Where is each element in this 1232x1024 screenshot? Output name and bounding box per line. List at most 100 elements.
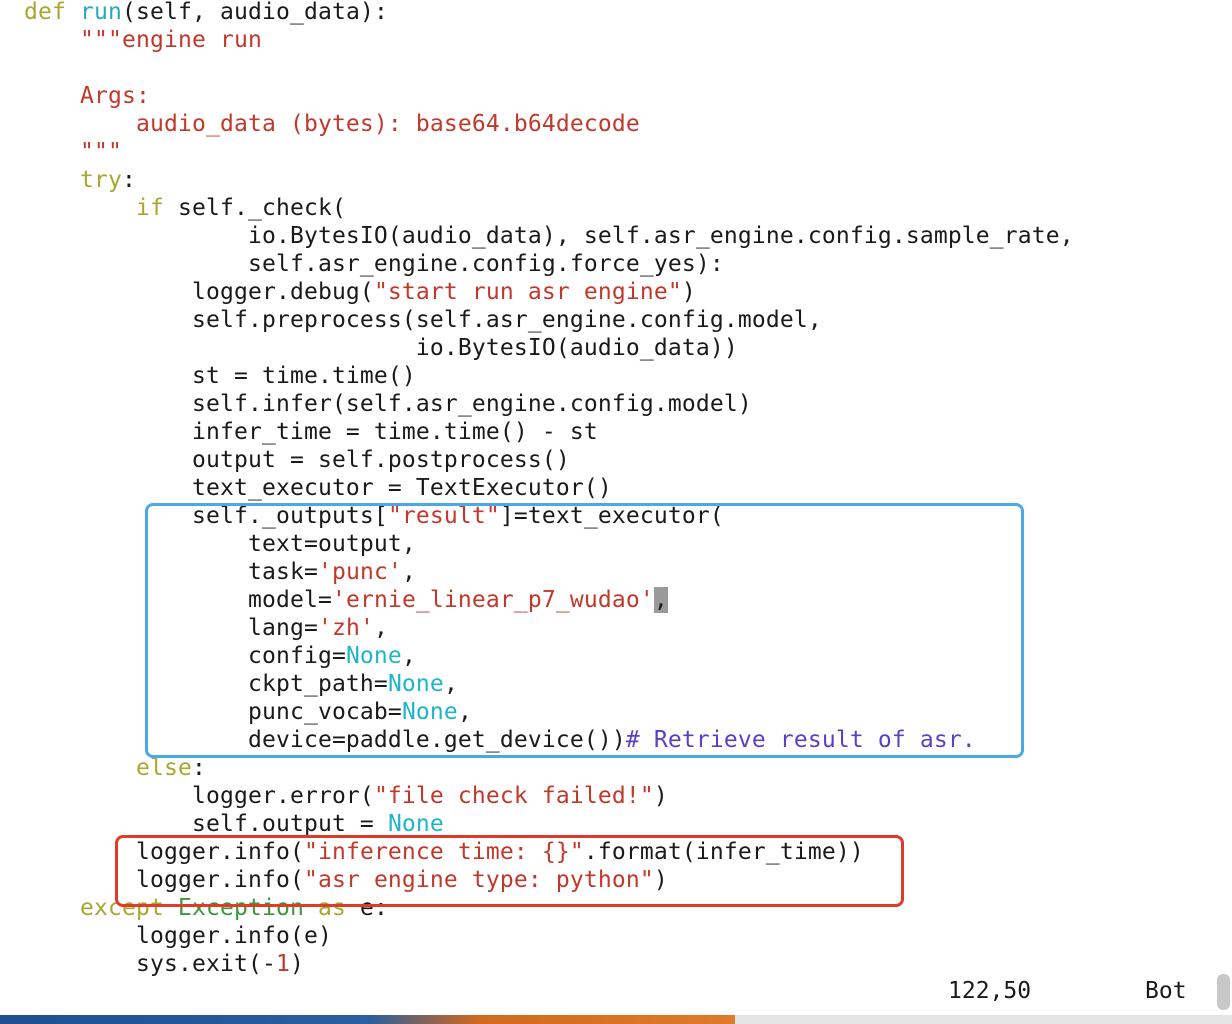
code-token: "asr engine type: python" (303, 867, 654, 893)
code-token: as (317, 895, 346, 921)
code-token: text_executor = TextExecutor() (24, 475, 612, 501)
code-token: "start run asr engine" (373, 279, 682, 305)
code-token: 1 (275, 951, 290, 977)
code-line[interactable]: """engine run (24, 26, 1074, 54)
code-line[interactable]: self.output = None (24, 810, 1074, 838)
code-token: self._check( (163, 195, 346, 221)
code-line[interactable]: config=None, (24, 642, 1074, 670)
code-line[interactable]: model='ernie_linear_p7_wudao', (24, 586, 1074, 614)
code-token: 'punc' (317, 559, 402, 585)
code-line[interactable]: self._outputs["result"]=text_executor( (24, 502, 1074, 530)
code-token: , (443, 671, 458, 697)
code-line[interactable]: Args: (24, 82, 1074, 110)
code-line[interactable]: audio_data (bytes): base64.b64decode (24, 110, 1074, 138)
code-token: text=output, (24, 531, 416, 557)
code-line[interactable]: ckpt_path=None, (24, 670, 1074, 698)
code-token: : (191, 755, 206, 781)
code-line[interactable]: self.asr_engine.config.force_yes): (24, 250, 1074, 278)
code-token: sys.exit(- (24, 951, 276, 977)
code-line[interactable]: """ (24, 138, 1074, 166)
code-token: self.asr_engine.config.force_yes): (24, 251, 724, 277)
code-token: model= (24, 587, 332, 613)
code-line[interactable]: io.BytesIO(audio_data)) (24, 334, 1074, 362)
code-token: logger.debug( (24, 279, 374, 305)
code-line[interactable]: text_executor = TextExecutor() (24, 474, 1074, 502)
code-line[interactable]: logger.info("inference time: {}".format(… (24, 838, 1074, 866)
code-token: ) (681, 279, 696, 305)
code-token: # Retrieve result of asr. (625, 727, 976, 753)
code-token: Exception (177, 895, 304, 921)
code-line[interactable]: punc_vocab=None, (24, 698, 1074, 726)
code-line[interactable]: except Exception as e: (24, 894, 1074, 922)
code-line[interactable]: logger.debug("start run asr engine") (24, 278, 1074, 306)
code-line[interactable]: device=paddle.get_device())# Retrieve re… (24, 726, 1074, 754)
code-line[interactable]: logger.info("asr engine type: python") (24, 866, 1074, 894)
code-token: Args: (24, 83, 150, 109)
code-token: logger.info(e) (24, 923, 332, 949)
code-token: if (135, 195, 164, 221)
code-token: try (80, 167, 122, 193)
code-token: punc_vocab= (24, 699, 402, 725)
code-token: logger.info( (24, 839, 304, 865)
code-token: logger.info( (24, 867, 304, 893)
code-line[interactable]: text=output, (24, 530, 1074, 558)
code-token: run (80, 0, 122, 25)
code-line[interactable]: sys.exit(-1) (24, 950, 1074, 978)
scrollbar[interactable] (1217, 974, 1230, 1010)
code-token: io.BytesIO(audio_data), self.asr_engine.… (24, 223, 1074, 249)
code-line[interactable]: else: (24, 754, 1074, 782)
code-token: None (401, 699, 458, 725)
code-line[interactable]: if self._check( (24, 194, 1074, 222)
code-token: 'zh' (317, 615, 374, 641)
code-token: , (457, 699, 472, 725)
code-line[interactable]: infer_time = time.time() - st (24, 418, 1074, 446)
code-token: st = time.time() (24, 363, 416, 389)
code-line[interactable]: output = self.postprocess() (24, 446, 1074, 474)
code-token: 'ernie_linear_p7_wudao' (331, 587, 654, 613)
code-token: audio_data (bytes): base64.b64decode (24, 111, 640, 137)
code-token: ckpt_path= (24, 671, 388, 697)
code-line[interactable]: try: (24, 166, 1074, 194)
code-line[interactable]: self.infer(self.asr_engine.config.model) (24, 390, 1074, 418)
code-token: None (387, 671, 444, 697)
code-token: .format(infer_time)) (583, 839, 864, 865)
code-token: "result" (387, 503, 500, 529)
code-editor[interactable]: def run(self, audio_data): """engine run… (24, 0, 1074, 978)
code-line[interactable]: logger.info(e) (24, 922, 1074, 950)
code-token: else (135, 755, 192, 781)
code-line[interactable]: st = time.time() (24, 362, 1074, 390)
code-line[interactable] (24, 54, 1074, 82)
code-token: "inference time: {}" (303, 839, 584, 865)
code-token: task= (24, 559, 318, 585)
code-token: (self, audio_data): (122, 0, 388, 25)
text-cursor: , (653, 587, 668, 613)
code-line[interactable]: logger.error("file check failed!") (24, 782, 1074, 810)
code-line[interactable]: self.preprocess(self.asr_engine.config.m… (24, 306, 1074, 334)
cursor-position: 122,50 (948, 978, 1032, 1004)
code-line[interactable]: task='punc', (24, 558, 1074, 586)
desktop-background-strip (0, 1015, 735, 1024)
code-token: io.BytesIO(audio_data)) (24, 335, 738, 361)
code-line[interactable]: def run(self, audio_data): (24, 0, 1074, 26)
code-token: self.output = (24, 811, 388, 837)
code-token: self.infer(self.asr_engine.config.model) (24, 391, 752, 417)
code-token: except (80, 895, 164, 921)
code-token: , (401, 559, 416, 585)
code-token: e: (345, 895, 388, 921)
code-token: ) (289, 951, 304, 977)
scroll-position: Bot (1145, 978, 1187, 1004)
code-token: , (373, 615, 388, 641)
code-token: ) (653, 783, 668, 809)
code-line[interactable]: io.BytesIO(audio_data), self.asr_engine.… (24, 222, 1074, 250)
code-token: ]=text_executor( (499, 503, 724, 529)
code-token: device=paddle.get_device()) (24, 727, 626, 753)
code-line[interactable]: lang='zh', (24, 614, 1074, 642)
code-token: config= (24, 643, 346, 669)
code-token: ) (653, 867, 668, 893)
